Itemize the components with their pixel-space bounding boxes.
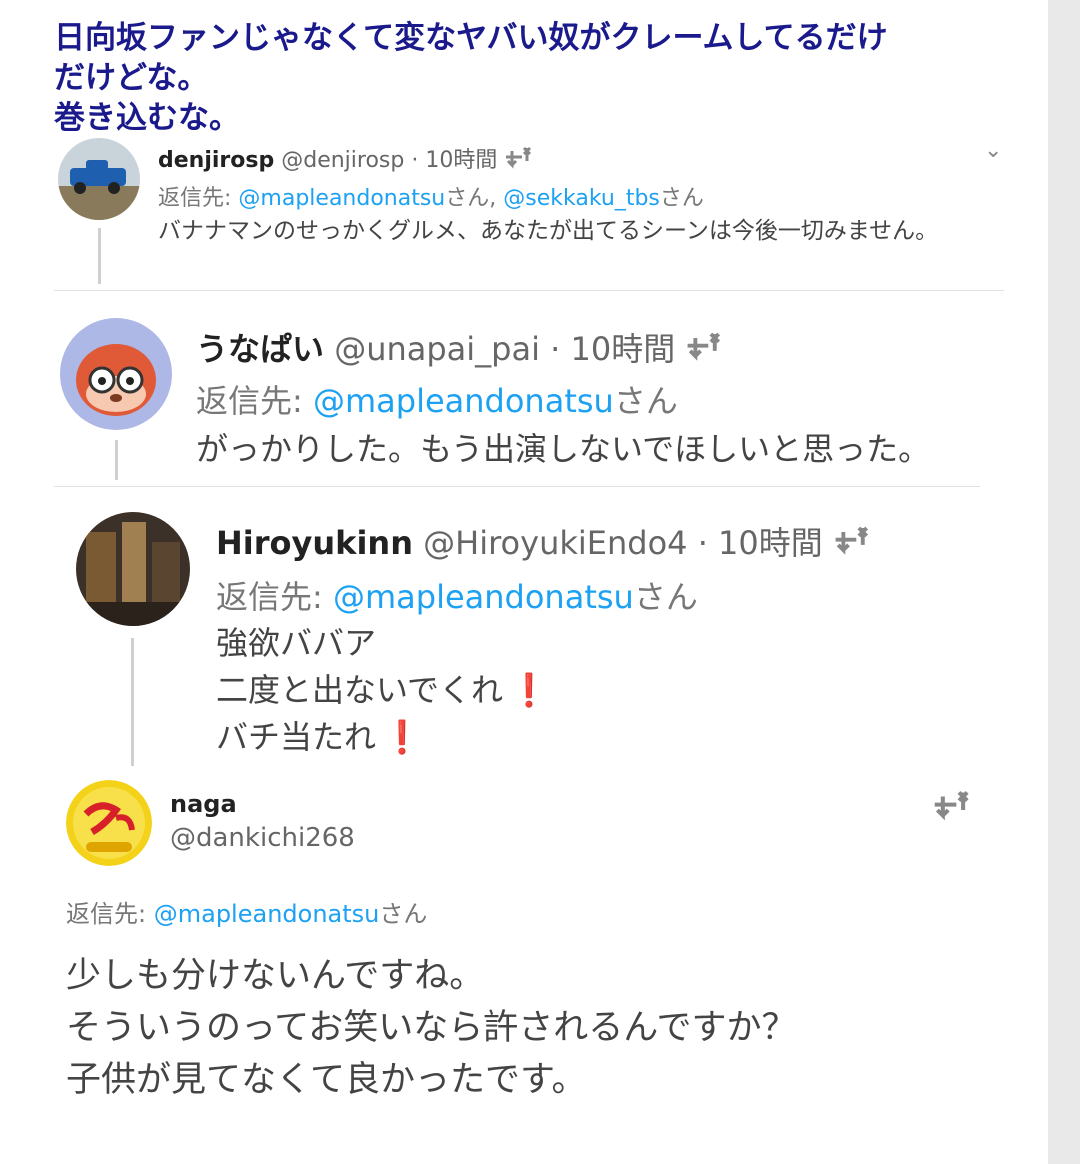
- user-name[interactable]: denjirosp: [158, 148, 274, 173]
- tweet-text: バナナマンのせっかくグルメ、あなたが出てるシーンは今後一切みません。: [158, 218, 939, 244]
- tweet-line: 二度と出ないでくれ: [216, 671, 504, 709]
- user-name[interactable]: Hiroyukinn: [216, 524, 413, 562]
- caption-line-1: 日向坂ファンじゃなくて変なヤバい奴がクレームしてるだけ: [54, 20, 888, 56]
- reply-to: 返信先: @mapleandonatsuさん: [196, 376, 678, 422]
- tweet-line: 強欲ババア: [216, 624, 377, 662]
- reply-to: 返信先: @mapleandonatsuさん: [66, 894, 427, 929]
- thread-line: [115, 440, 118, 480]
- reply-suffix-2: さん: [659, 186, 704, 211]
- user-handle[interactable]: @unapai_pai: [334, 330, 540, 368]
- thread-line: [131, 638, 134, 766]
- chevron-down-icon[interactable]: ⌄: [984, 138, 1002, 163]
- avatar-naga[interactable]: [66, 780, 152, 866]
- tweet-text: がっかりした。もう出演しないでほしいと思った。: [196, 430, 931, 468]
- tweet-text: 少しも分けないんですね。 そういうのってお笑いなら許されるんですか？ 子供が見て…: [66, 950, 796, 1106]
- reply-mention[interactable]: @mapleandonatsu: [313, 382, 614, 420]
- thread-line: [98, 228, 101, 284]
- user-handle[interactable]: @dankichi268: [170, 823, 355, 853]
- reply-suffix: さん: [633, 578, 698, 616]
- divider: [54, 486, 980, 487]
- reply-prefix: 返信先:: [158, 186, 232, 211]
- reply-to: 返信先: @mapleandonatsuさん: [216, 572, 698, 618]
- tweet-line: バチ当たれ: [216, 718, 377, 756]
- reply-prefix: 返信先:: [66, 900, 147, 928]
- reply-mention-2[interactable]: @sekkaku_tbs: [503, 186, 660, 211]
- reply-prefix: 返信先:: [196, 382, 303, 420]
- avatar-hiroyukinn[interactable]: [76, 512, 190, 626]
- user-name[interactable]: naga: [170, 790, 237, 818]
- tweet-header: Hiroyukinn @HiroyukiEndo4 · 10時間: [216, 518, 877, 567]
- retweet-icon[interactable]: [932, 786, 978, 830]
- retweet-icon[interactable]: [685, 329, 729, 373]
- tweet-header: denjirosp @denjirosp · 10時間: [158, 142, 538, 177]
- timestamp[interactable]: · 10時間: [411, 148, 497, 173]
- avatar-denjirosp[interactable]: [58, 138, 140, 220]
- tweet-text: 強欲ババア 二度と出ないでくれ ❗ バチ当たれ ❗: [216, 620, 549, 761]
- reply-to: 返信先: @mapleandonatsuさん, @sekkaku_tbsさん: [158, 180, 704, 212]
- tweet-line-with-alert: バチ当たれ ❗: [216, 714, 549, 761]
- reply-prefix: 返信先:: [216, 578, 323, 616]
- tweet-header: うなぱい @unapai_pai · 10時間: [196, 324, 729, 373]
- reply-mention[interactable]: @mapleandonatsu: [333, 578, 634, 616]
- reply-mention[interactable]: @mapleandonatsu: [238, 186, 445, 211]
- tweet-line: そういうのってお笑いなら許されるんですか？: [66, 1008, 797, 1048]
- retweet-icon[interactable]: [833, 523, 877, 567]
- tweet-line: 子供が見てなくて良かったです。: [66, 1060, 587, 1100]
- caption: 日向坂ファンじゃなくて変なヤバい奴がクレームしてるだけ だけどな。 巻き込むな。: [54, 18, 888, 138]
- reply-suffix: さん: [613, 382, 678, 420]
- screenshot-page: 日向坂ファンじゃなくて変なヤバい奴がクレームしてるだけ だけどな。 巻き込むな。…: [0, 0, 1048, 1164]
- avatar-unapai[interactable]: [60, 318, 172, 430]
- retweet-icon[interactable]: [504, 145, 538, 177]
- user-name[interactable]: うなぱい: [196, 330, 324, 368]
- caption-line-3: 巻き込むな。: [54, 100, 240, 136]
- reply-mention[interactable]: @mapleandonatsu: [154, 900, 380, 928]
- tweet-line: 少しも分けないんですね。: [66, 956, 485, 996]
- timestamp[interactable]: · 10時間: [550, 330, 675, 368]
- user-handle[interactable]: @denjirosp: [281, 148, 404, 173]
- exclamation-icon: ❗: [509, 671, 549, 709]
- divider: [54, 290, 1004, 291]
- reply-suffix: さん,: [445, 186, 497, 211]
- user-handle[interactable]: @HiroyukiEndo4: [423, 524, 687, 562]
- reply-suffix: さん: [379, 900, 428, 928]
- timestamp[interactable]: · 10時間: [698, 524, 823, 562]
- exclamation-icon: ❗: [382, 718, 422, 756]
- caption-line-2: だけどな。: [54, 60, 209, 96]
- tweet-line-with-alert: 二度と出ないでくれ ❗: [216, 667, 549, 714]
